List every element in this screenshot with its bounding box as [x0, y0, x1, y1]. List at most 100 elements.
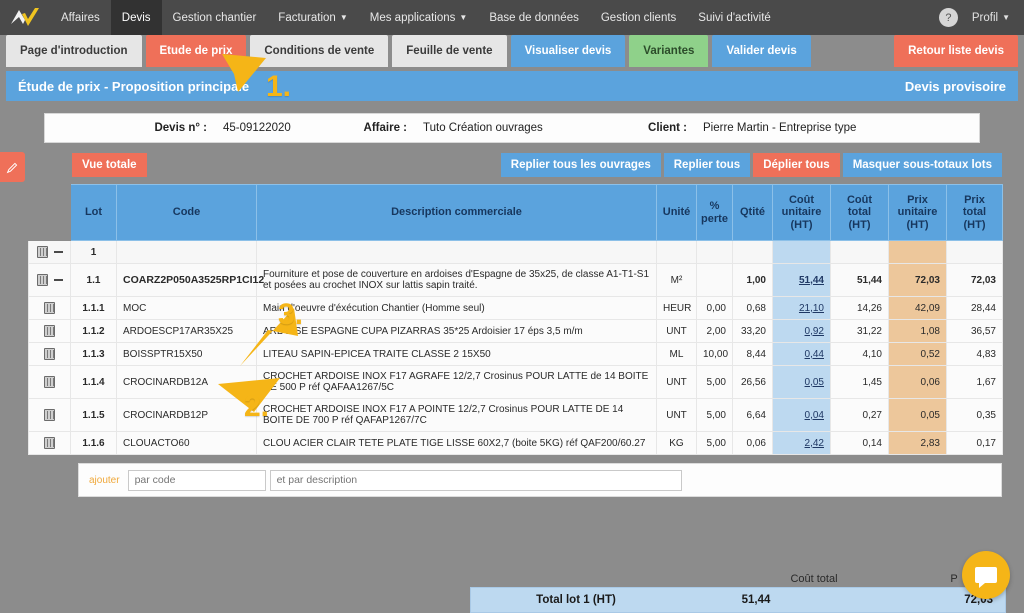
cell-qtite[interactable]: 33,20: [732, 319, 773, 343]
cell-unite[interactable]: UNT: [656, 365, 697, 399]
cell-perte[interactable]: 5,00: [696, 431, 733, 455]
cell-unite[interactable]: UNT: [656, 319, 697, 343]
cell-cout-total[interactable]: [830, 240, 889, 264]
trash-icon[interactable]: [44, 376, 55, 388]
cell-description[interactable]: LITEAU SAPIN-EPICEA TRAITE CLASSE 2 15X5…: [256, 342, 657, 366]
cell-cout-total[interactable]: 14,26: [830, 296, 889, 320]
cell-qtite[interactable]: 1,00: [732, 263, 773, 297]
cout-unitaire-link[interactable]: 0,04: [805, 410, 824, 421]
cell-perte[interactable]: [696, 240, 733, 264]
cell-code[interactable]: ARDOESCP17AR35X25: [116, 319, 257, 343]
cell-prix-unitaire[interactable]: [888, 240, 947, 264]
cout-unitaire-link[interactable]: 21,10: [799, 303, 824, 314]
cell-lot[interactable]: 1.1.4: [70, 365, 117, 399]
cout-unitaire-link[interactable]: 0,92: [805, 326, 824, 337]
table-row[interactable]: 1.1.1 MOC Main d'oeuvre d'éxécution Chanti…: [28, 296, 1003, 320]
table-row[interactable]: 1.1.6 CLOUACTO60 CLOU ACIER CLAIR TETE PLA…: [28, 431, 1003, 455]
cell-description[interactable]: CROCHET ARDOISE INOX F17 AGRAFE 12/2,7 C…: [256, 365, 657, 399]
cell-description[interactable]: CLOU ACIER CLAIR TETE PLATE TIGE LISSE 6…: [256, 431, 657, 455]
nav-item-mes-applications[interactable]: Mes applications ▼: [359, 0, 479, 35]
tab-feuille-de-vente[interactable]: Feuille de vente: [392, 35, 507, 67]
trash-icon[interactable]: [44, 409, 55, 421]
cell-perte[interactable]: [696, 263, 733, 297]
cell-prix-total[interactable]: 36,57: [946, 319, 1003, 343]
cell-prix-total[interactable]: 4,83: [946, 342, 1003, 366]
cell-qtite[interactable]: 0,06: [732, 431, 773, 455]
nav-item-gestion-chantier[interactable]: Gestion chantier: [162, 0, 268, 35]
cell-unite[interactable]: KG: [656, 431, 697, 455]
trash-icon[interactable]: [36, 246, 48, 258]
cell-qtite[interactable]: [732, 240, 773, 264]
tab-page-introduction[interactable]: Page d'introduction: [6, 35, 142, 67]
col-header-unite[interactable]: Unité: [656, 184, 697, 241]
cell-cout-total[interactable]: 0,14: [830, 431, 889, 455]
cell-code[interactable]: CROCINARDB12P: [116, 398, 257, 432]
cell-cout-total[interactable]: 51,44: [830, 263, 889, 297]
tab-etude-de-prix[interactable]: Etude de prix: [145, 35, 247, 67]
cell-prix-total[interactable]: 72,03: [946, 263, 1003, 297]
nav-item-facturation[interactable]: Facturation ▼: [267, 0, 358, 35]
search-by-description-input[interactable]: [269, 469, 682, 491]
cell-prix-unitaire[interactable]: 1,08: [888, 319, 947, 343]
table-row[interactable]: 1: [28, 240, 1003, 264]
col-header-lot[interactable]: Lot: [70, 184, 117, 241]
cell-description[interactable]: ARDOISE ESPAGNE CUPA PIZARRAS 35*25 Ardo…: [256, 319, 657, 343]
col-header-description[interactable]: Description commerciale: [256, 184, 657, 241]
cell-prix-total[interactable]: 28,44: [946, 296, 1003, 320]
cell-prix-unitaire[interactable]: 0,06: [888, 365, 947, 399]
col-header-perte[interactable]: % perte: [696, 184, 733, 241]
table-row[interactable]: 1.1.2 ARDOESCP17AR35X25 ARDOISE ESPAGNE CU…: [28, 319, 1003, 343]
cell-qtite[interactable]: 26,56: [732, 365, 773, 399]
cell-cout-total[interactable]: 1,45: [830, 365, 889, 399]
tab-variantes[interactable]: Variantes: [629, 35, 709, 67]
cell-code[interactable]: MOC: [116, 296, 257, 320]
col-header-cout-total[interactable]: Coût total (HT): [830, 184, 889, 241]
edit-side-tab[interactable]: [0, 152, 25, 182]
cell-lot[interactable]: 1.1.5: [70, 398, 117, 432]
cell-description[interactable]: [256, 240, 657, 264]
chat-widget-button[interactable]: [962, 551, 1010, 599]
cell-cout-unitaire[interactable]: [772, 240, 831, 264]
cell-prix-unitaire[interactable]: 0,05: [888, 398, 947, 432]
col-header-prix-total[interactable]: Prix total (HT): [946, 184, 1003, 241]
cout-unitaire-link[interactable]: 0,44: [805, 349, 824, 360]
cell-qtite[interactable]: 8,44: [732, 342, 773, 366]
trash-icon[interactable]: [44, 437, 55, 449]
cell-cout-unitaire[interactable]: 0,05: [772, 365, 831, 399]
cell-lot[interactable]: 1.1: [70, 263, 117, 297]
cell-perte[interactable]: 2,00: [696, 319, 733, 343]
col-header-qtite[interactable]: Qtité: [732, 184, 773, 241]
cell-prix-unitaire[interactable]: 0,52: [888, 342, 947, 366]
cell-code[interactable]: BOISSPTR15X50: [116, 342, 257, 366]
cell-perte[interactable]: 0,00: [696, 296, 733, 320]
masquer-sous-totaux-button[interactable]: Masquer sous-totaux lots: [842, 153, 1002, 177]
cell-cout-total[interactable]: 0,27: [830, 398, 889, 432]
cell-prix-total[interactable]: 0,35: [946, 398, 1003, 432]
cell-unite[interactable]: ML: [656, 342, 697, 366]
cell-lot[interactable]: 1.1.1: [70, 296, 117, 320]
cell-description[interactable]: CROCHET ARDOISE INOX F17 A POINTE 12/2,7…: [256, 398, 657, 432]
collapse-minus-icon[interactable]: [53, 279, 63, 281]
cell-code[interactable]: COARZ2P050A3525RP1CI12: [116, 263, 264, 297]
cell-prix-total[interactable]: 0,17: [946, 431, 1003, 455]
cell-unite[interactable]: UNT: [656, 398, 697, 432]
cell-cout-total[interactable]: 31,22: [830, 319, 889, 343]
retour-liste-devis-button[interactable]: Retour liste devis: [894, 35, 1018, 67]
cell-lot[interactable]: 1: [70, 240, 117, 264]
cout-unitaire-link[interactable]: 2,42: [805, 438, 824, 449]
nav-item-devis[interactable]: Devis: [110, 0, 162, 35]
trash-icon[interactable]: [44, 325, 55, 337]
replier-tous-button[interactable]: Replier tous: [663, 153, 751, 177]
table-row[interactable]: 1.1.4 CROCINARDB12A CROCHET ARDOISE INOX F…: [28, 365, 1003, 399]
cell-cout-unitaire[interactable]: 0,44: [772, 342, 831, 366]
cell-lot[interactable]: 1.1.3: [70, 342, 117, 366]
cout-unitaire-link[interactable]: 0,05: [805, 377, 824, 388]
cell-cout-total[interactable]: 4,10: [830, 342, 889, 366]
cell-code[interactable]: CLOUACTO60: [116, 431, 257, 455]
cell-code[interactable]: [116, 240, 257, 264]
cell-lot[interactable]: 1.1.2: [70, 319, 117, 343]
cell-unite[interactable]: M²: [656, 263, 697, 297]
cell-prix-total[interactable]: [946, 240, 1003, 264]
nav-item-gestion-clients[interactable]: Gestion clients: [590, 0, 687, 35]
nav-item-suivi-activite[interactable]: Suivi d'activité: [687, 0, 782, 35]
